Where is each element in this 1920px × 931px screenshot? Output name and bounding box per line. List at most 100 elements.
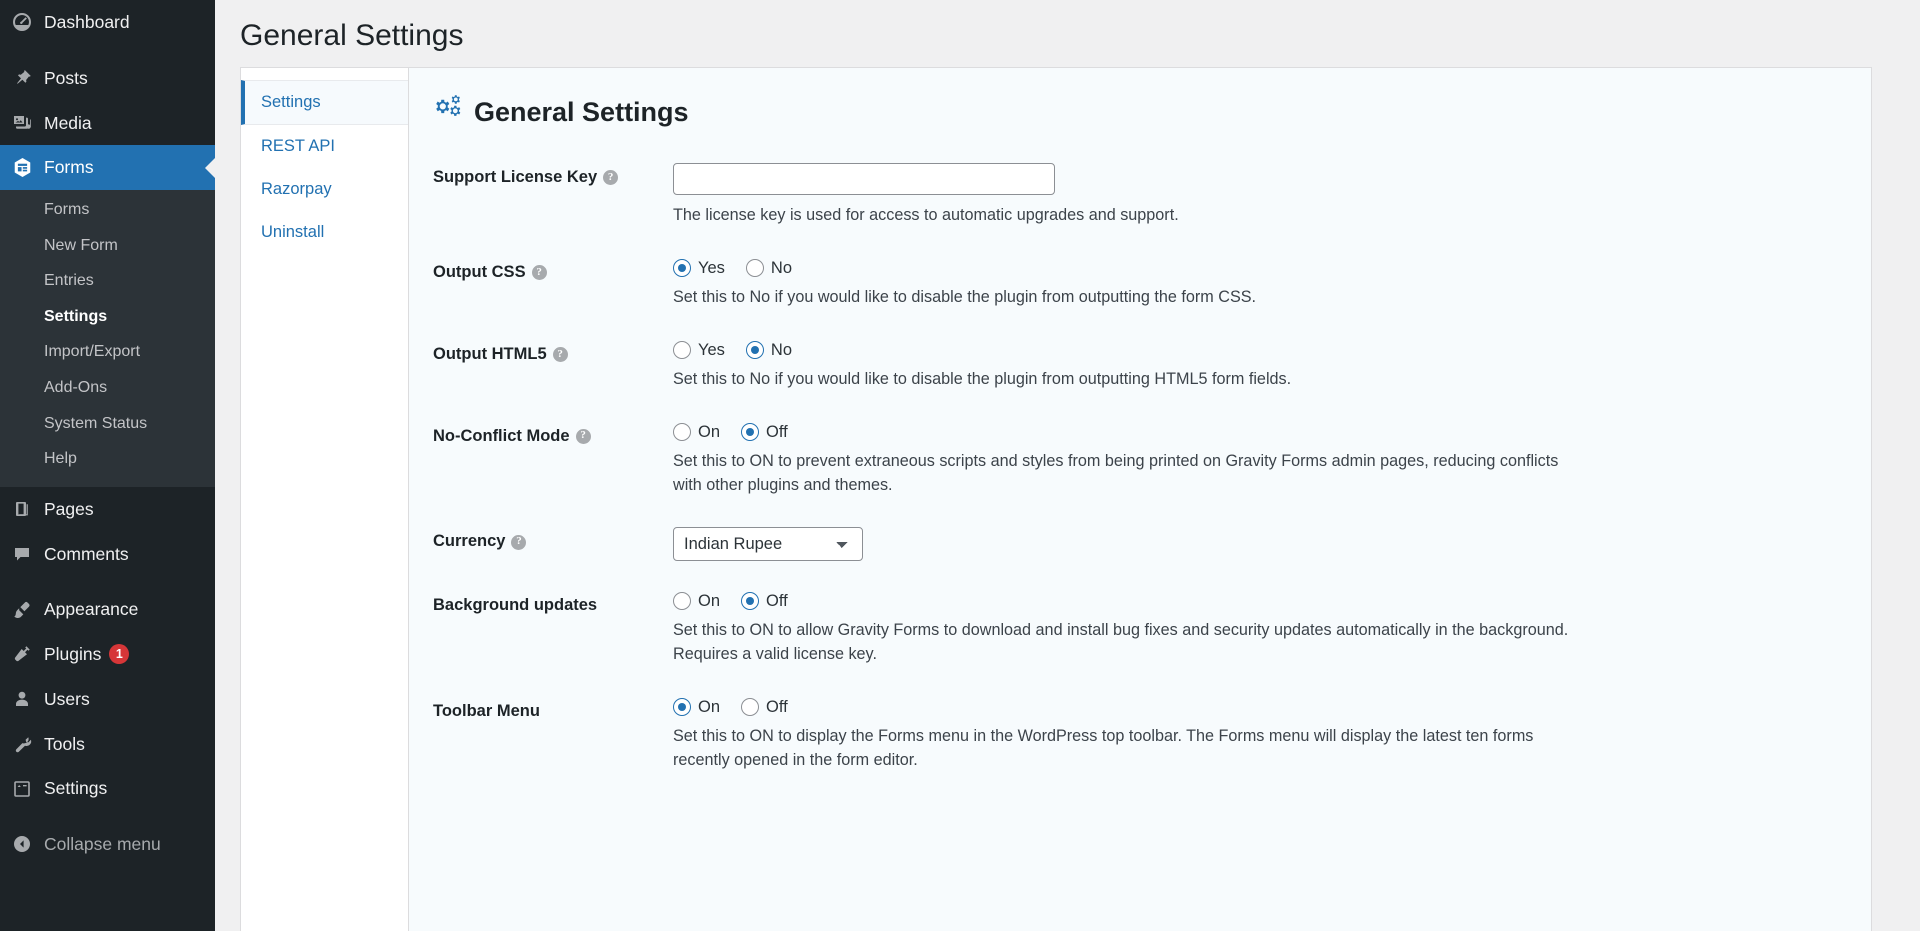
radio-circle	[745, 341, 764, 360]
field-description: The license key is used for access to au…	[673, 206, 1179, 225]
sidebar-item-label: Users	[44, 688, 90, 709]
radio-toolbar-menu-off[interactable]: Off	[741, 697, 788, 717]
help-icon[interactable]: ?	[603, 170, 619, 186]
radio-group: Yes No	[673, 258, 1841, 278]
help-icon[interactable]: ?	[531, 265, 547, 281]
wrench-icon	[0, 734, 44, 754]
plug-icon	[0, 644, 44, 664]
field-label-text: Output HTML5	[433, 345, 547, 364]
sidebar-item-label: Dashboard	[44, 12, 130, 32]
radio-output-html5-yes[interactable]: Yes	[673, 341, 725, 360]
submenu-item-forms[interactable]: Forms	[0, 192, 215, 228]
submenu-item-settings[interactable]: Settings	[0, 299, 215, 335]
radio-no-conflict-on[interactable]: On	[673, 422, 720, 441]
sidebar-item-pages[interactable]: Pages	[0, 487, 215, 532]
sidebar-item-appearance[interactable]: Appearance	[0, 587, 215, 632]
field-control: Yes No Set this to No if you would like …	[673, 340, 1841, 392]
radio-no-conflict-off[interactable]: Off	[741, 422, 788, 441]
sidebar-item-tools[interactable]: Tools	[0, 722, 215, 767]
field-label-text: Background updates	[433, 596, 598, 615]
field-control: The license key is used for access to au…	[673, 163, 1841, 228]
media-icon	[0, 113, 44, 133]
submenu-item-system-status[interactable]: System Status	[0, 406, 215, 442]
sidebar-separator	[0, 811, 215, 822]
radio-label: No	[770, 258, 793, 277]
submenu-item-help[interactable]: Help	[0, 441, 215, 477]
pages-icon	[0, 499, 44, 519]
sidebar-item-media[interactable]: Media	[0, 101, 215, 146]
user-icon	[0, 689, 44, 709]
sidebar-item-label: Appearance	[44, 599, 139, 620]
submenu-item-add-ons[interactable]: Add-Ons	[0, 370, 215, 406]
currency-select[interactable]: Indian Rupee	[673, 527, 863, 562]
main-content: General Settings Settings REST API Razor…	[215, 0, 1920, 931]
radio-label: No	[770, 340, 793, 359]
collapse-arrow-icon	[0, 834, 44, 854]
help-icon[interactable]: ?	[552, 347, 568, 363]
radio-output-css-no[interactable]: No	[745, 258, 793, 278]
settings-tab-list: Settings REST API Razorpay Uninstall	[241, 68, 409, 931]
radio-background-updates-off[interactable]: Off	[741, 592, 788, 611]
sidebar-item-forms[interactable]: Forms	[0, 145, 215, 190]
page-title: General Settings	[240, 19, 464, 52]
field-currency: Currency ? Indian Rupee	[433, 527, 1841, 562]
radio-circle	[673, 592, 691, 611]
sidebar-item-dashboard[interactable]: Dashboard	[0, 0, 215, 45]
field-label-text: Output CSS	[433, 263, 526, 282]
help-icon[interactable]: ?	[575, 428, 591, 444]
radio-circle	[673, 698, 691, 717]
field-label: Support License Key ?	[433, 163, 673, 189]
dashboard-icon	[0, 12, 44, 32]
forms-submenu: Forms New Form Entries Settings Import/E…	[0, 190, 215, 487]
panel-heading: General Settings	[433, 94, 1841, 129]
comments-icon	[0, 544, 44, 564]
field-toolbar-menu: Toolbar Menu On Off Set this to ON to di…	[433, 697, 1841, 773]
radio-circle	[741, 422, 760, 441]
sidebar-item-posts[interactable]: Posts	[0, 56, 215, 101]
field-label: No-Conflict Mode ?	[433, 422, 673, 448]
radio-label: Off	[766, 697, 788, 716]
field-description: Set this to No if you would like to disa…	[673, 288, 1257, 307]
radio-label: Off	[766, 592, 788, 611]
radio-output-css-yes[interactable]: Yes	[673, 259, 725, 278]
help-icon[interactable]: ?	[511, 534, 527, 550]
radio-background-updates-on[interactable]: On	[673, 592, 720, 611]
field-no-conflict-mode: No-Conflict Mode ? On Off Set this to ON…	[433, 422, 1841, 498]
field-output-html5: Output HTML5 ? Yes No Set this to No if …	[433, 340, 1841, 392]
tab-uninstall[interactable]: Uninstall	[241, 211, 408, 254]
support-license-key-input[interactable]	[673, 163, 1055, 196]
sidebar-item-label: Settings	[44, 778, 108, 799]
field-label: Toolbar Menu	[433, 697, 673, 723]
sidebar-item-plugins[interactable]: Plugins 1	[0, 632, 215, 677]
field-output-css: Output CSS ? Yes No Set this to No if yo…	[433, 258, 1841, 310]
radio-circle	[673, 341, 691, 360]
field-description: Set this to ON to allow Gravity Forms to…	[673, 621, 1569, 664]
sidebar-item-users[interactable]: Users	[0, 677, 215, 722]
field-description: Set this to ON to prevent extraneous scr…	[673, 451, 1559, 494]
sidebar-item-settings[interactable]: Settings	[0, 766, 215, 811]
sidebar-item-collapse-menu[interactable]: Collapse menu	[0, 822, 215, 867]
radio-circle	[741, 592, 760, 611]
submenu-item-import-export[interactable]: Import/Export	[0, 334, 215, 370]
field-label: Currency ?	[433, 527, 673, 553]
sidebar-item-label: Plugins	[44, 644, 102, 664]
radio-toolbar-menu-on[interactable]: On	[673, 698, 720, 717]
sidebar-item-comments[interactable]: Comments	[0, 532, 215, 577]
submenu-item-entries[interactable]: Entries	[0, 263, 215, 299]
sidebar-item-label: Tools	[44, 733, 85, 754]
radio-group: On Off	[673, 422, 1841, 441]
pin-icon	[0, 68, 44, 88]
tab-settings[interactable]: Settings	[241, 80, 408, 126]
sidebar-item-label: Pages	[44, 498, 94, 519]
sidebar-item-label: Forms	[44, 157, 94, 178]
submenu-item-new-form[interactable]: New Form	[0, 228, 215, 264]
radio-label: Off	[766, 422, 788, 441]
tab-rest-api[interactable]: REST API	[241, 125, 408, 168]
field-label: Output CSS ?	[433, 258, 673, 284]
sidebar-item-label: Media	[44, 112, 92, 133]
field-label-text: No-Conflict Mode	[433, 426, 570, 445]
sidebar-separator	[0, 576, 215, 587]
radio-output-html5-no[interactable]: No	[745, 340, 793, 360]
settings-panel: General Settings Support License Key ? T…	[409, 68, 1871, 931]
tab-razorpay[interactable]: Razorpay	[241, 168, 408, 211]
